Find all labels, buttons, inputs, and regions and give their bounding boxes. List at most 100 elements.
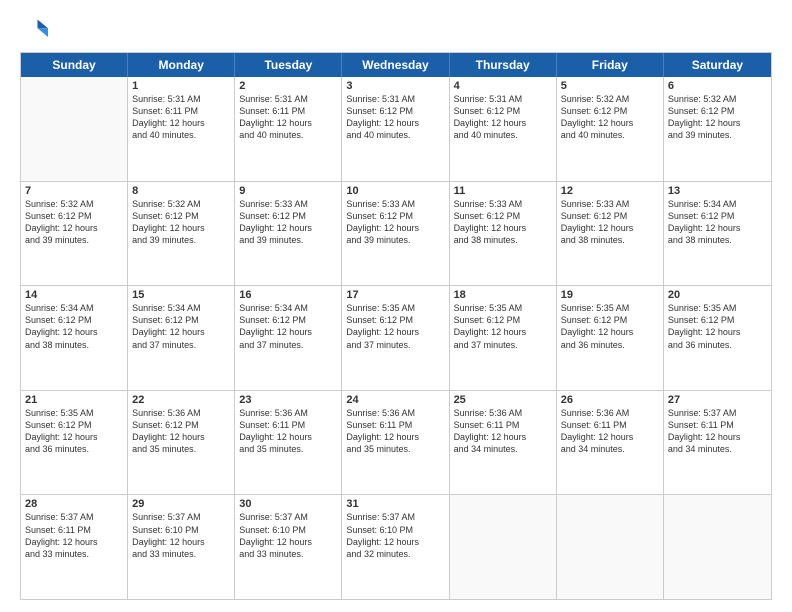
- calendar-cell: 13Sunrise: 5:34 AM Sunset: 6:12 PM Dayli…: [664, 182, 771, 286]
- calendar-week-row: 14Sunrise: 5:34 AM Sunset: 6:12 PM Dayli…: [21, 286, 771, 391]
- calendar-header-day: Friday: [557, 53, 664, 77]
- calendar-cell: 8Sunrise: 5:32 AM Sunset: 6:12 PM Daylig…: [128, 182, 235, 286]
- day-number: 9: [239, 185, 337, 197]
- calendar-cell: 20Sunrise: 5:35 AM Sunset: 6:12 PM Dayli…: [664, 286, 771, 390]
- cell-info: Sunrise: 5:37 AM Sunset: 6:10 PM Dayligh…: [346, 511, 444, 560]
- calendar-cell: 5Sunrise: 5:32 AM Sunset: 6:12 PM Daylig…: [557, 77, 664, 181]
- calendar-cell: 10Sunrise: 5:33 AM Sunset: 6:12 PM Dayli…: [342, 182, 449, 286]
- day-number: 3: [346, 80, 444, 92]
- calendar-week-row: 28Sunrise: 5:37 AM Sunset: 6:11 PM Dayli…: [21, 495, 771, 599]
- cell-info: Sunrise: 5:33 AM Sunset: 6:12 PM Dayligh…: [561, 198, 659, 247]
- day-number: 28: [25, 498, 123, 510]
- calendar-cell: [664, 495, 771, 599]
- cell-info: Sunrise: 5:33 AM Sunset: 6:12 PM Dayligh…: [239, 198, 337, 247]
- cell-info: Sunrise: 5:35 AM Sunset: 6:12 PM Dayligh…: [346, 302, 444, 351]
- calendar-cell: 11Sunrise: 5:33 AM Sunset: 6:12 PM Dayli…: [450, 182, 557, 286]
- calendar-cell: 14Sunrise: 5:34 AM Sunset: 6:12 PM Dayli…: [21, 286, 128, 390]
- calendar-week-row: 1Sunrise: 5:31 AM Sunset: 6:11 PM Daylig…: [21, 77, 771, 182]
- calendar-header-day: Tuesday: [235, 53, 342, 77]
- calendar-cell: 29Sunrise: 5:37 AM Sunset: 6:10 PM Dayli…: [128, 495, 235, 599]
- day-number: 15: [132, 289, 230, 301]
- calendar-header-day: Thursday: [450, 53, 557, 77]
- cell-info: Sunrise: 5:36 AM Sunset: 6:12 PM Dayligh…: [132, 407, 230, 456]
- calendar-header-day: Saturday: [664, 53, 771, 77]
- calendar-cell: 1Sunrise: 5:31 AM Sunset: 6:11 PM Daylig…: [128, 77, 235, 181]
- calendar-cell: 2Sunrise: 5:31 AM Sunset: 6:11 PM Daylig…: [235, 77, 342, 181]
- day-number: 23: [239, 394, 337, 406]
- header: [20, 16, 772, 44]
- cell-info: Sunrise: 5:33 AM Sunset: 6:12 PM Dayligh…: [454, 198, 552, 247]
- cell-info: Sunrise: 5:36 AM Sunset: 6:11 PM Dayligh…: [346, 407, 444, 456]
- cell-info: Sunrise: 5:36 AM Sunset: 6:11 PM Dayligh…: [454, 407, 552, 456]
- day-number: 31: [346, 498, 444, 510]
- cell-info: Sunrise: 5:31 AM Sunset: 6:12 PM Dayligh…: [346, 93, 444, 142]
- logo: [20, 16, 52, 44]
- day-number: 16: [239, 289, 337, 301]
- cell-info: Sunrise: 5:37 AM Sunset: 6:11 PM Dayligh…: [25, 511, 123, 560]
- cell-info: Sunrise: 5:32 AM Sunset: 6:12 PM Dayligh…: [25, 198, 123, 247]
- day-number: 22: [132, 394, 230, 406]
- day-number: 20: [668, 289, 767, 301]
- calendar-week-row: 21Sunrise: 5:35 AM Sunset: 6:12 PM Dayli…: [21, 391, 771, 496]
- logo-icon: [20, 16, 48, 44]
- cell-info: Sunrise: 5:36 AM Sunset: 6:11 PM Dayligh…: [561, 407, 659, 456]
- day-number: 2: [239, 80, 337, 92]
- calendar-cell: 27Sunrise: 5:37 AM Sunset: 6:11 PM Dayli…: [664, 391, 771, 495]
- cell-info: Sunrise: 5:34 AM Sunset: 6:12 PM Dayligh…: [668, 198, 767, 247]
- calendar-cell: 25Sunrise: 5:36 AM Sunset: 6:11 PM Dayli…: [450, 391, 557, 495]
- calendar-cell: [21, 77, 128, 181]
- day-number: 14: [25, 289, 123, 301]
- day-number: 12: [561, 185, 659, 197]
- day-number: 18: [454, 289, 552, 301]
- calendar-cell: 26Sunrise: 5:36 AM Sunset: 6:11 PM Dayli…: [557, 391, 664, 495]
- day-number: 21: [25, 394, 123, 406]
- day-number: 5: [561, 80, 659, 92]
- calendar-cell: 18Sunrise: 5:35 AM Sunset: 6:12 PM Dayli…: [450, 286, 557, 390]
- calendar-cell: 4Sunrise: 5:31 AM Sunset: 6:12 PM Daylig…: [450, 77, 557, 181]
- day-number: 1: [132, 80, 230, 92]
- calendar-header-day: Sunday: [21, 53, 128, 77]
- day-number: 4: [454, 80, 552, 92]
- calendar-cell: 6Sunrise: 5:32 AM Sunset: 6:12 PM Daylig…: [664, 77, 771, 181]
- day-number: 10: [346, 185, 444, 197]
- calendar-cell: 24Sunrise: 5:36 AM Sunset: 6:11 PM Dayli…: [342, 391, 449, 495]
- day-number: 11: [454, 185, 552, 197]
- cell-info: Sunrise: 5:37 AM Sunset: 6:11 PM Dayligh…: [668, 407, 767, 456]
- day-number: 17: [346, 289, 444, 301]
- day-number: 13: [668, 185, 767, 197]
- calendar-cell: 31Sunrise: 5:37 AM Sunset: 6:10 PM Dayli…: [342, 495, 449, 599]
- cell-info: Sunrise: 5:33 AM Sunset: 6:12 PM Dayligh…: [346, 198, 444, 247]
- calendar-cell: 19Sunrise: 5:35 AM Sunset: 6:12 PM Dayli…: [557, 286, 664, 390]
- cell-info: Sunrise: 5:34 AM Sunset: 6:12 PM Dayligh…: [25, 302, 123, 351]
- calendar-cell: [450, 495, 557, 599]
- cell-info: Sunrise: 5:34 AM Sunset: 6:12 PM Dayligh…: [239, 302, 337, 351]
- cell-info: Sunrise: 5:31 AM Sunset: 6:11 PM Dayligh…: [239, 93, 337, 142]
- cell-info: Sunrise: 5:32 AM Sunset: 6:12 PM Dayligh…: [561, 93, 659, 142]
- day-number: 7: [25, 185, 123, 197]
- calendar-cell: 30Sunrise: 5:37 AM Sunset: 6:10 PM Dayli…: [235, 495, 342, 599]
- calendar-cell: 9Sunrise: 5:33 AM Sunset: 6:12 PM Daylig…: [235, 182, 342, 286]
- cell-info: Sunrise: 5:34 AM Sunset: 6:12 PM Dayligh…: [132, 302, 230, 351]
- cell-info: Sunrise: 5:36 AM Sunset: 6:11 PM Dayligh…: [239, 407, 337, 456]
- cell-info: Sunrise: 5:35 AM Sunset: 6:12 PM Dayligh…: [561, 302, 659, 351]
- page: SundayMondayTuesdayWednesdayThursdayFrid…: [0, 0, 792, 612]
- day-number: 25: [454, 394, 552, 406]
- day-number: 27: [668, 394, 767, 406]
- day-number: 19: [561, 289, 659, 301]
- calendar-week-row: 7Sunrise: 5:32 AM Sunset: 6:12 PM Daylig…: [21, 182, 771, 287]
- calendar-cell: [557, 495, 664, 599]
- calendar-cell: 17Sunrise: 5:35 AM Sunset: 6:12 PM Dayli…: [342, 286, 449, 390]
- calendar-cell: 15Sunrise: 5:34 AM Sunset: 6:12 PM Dayli…: [128, 286, 235, 390]
- day-number: 24: [346, 394, 444, 406]
- calendar-cell: 22Sunrise: 5:36 AM Sunset: 6:12 PM Dayli…: [128, 391, 235, 495]
- calendar-header-row: SundayMondayTuesdayWednesdayThursdayFrid…: [21, 53, 771, 77]
- cell-info: Sunrise: 5:31 AM Sunset: 6:11 PM Dayligh…: [132, 93, 230, 142]
- calendar-header-day: Monday: [128, 53, 235, 77]
- cell-info: Sunrise: 5:35 AM Sunset: 6:12 PM Dayligh…: [668, 302, 767, 351]
- cell-info: Sunrise: 5:37 AM Sunset: 6:10 PM Dayligh…: [239, 511, 337, 560]
- calendar: SundayMondayTuesdayWednesdayThursdayFrid…: [20, 52, 772, 600]
- calendar-cell: 16Sunrise: 5:34 AM Sunset: 6:12 PM Dayli…: [235, 286, 342, 390]
- cell-info: Sunrise: 5:32 AM Sunset: 6:12 PM Dayligh…: [668, 93, 767, 142]
- cell-info: Sunrise: 5:32 AM Sunset: 6:12 PM Dayligh…: [132, 198, 230, 247]
- calendar-cell: 12Sunrise: 5:33 AM Sunset: 6:12 PM Dayli…: [557, 182, 664, 286]
